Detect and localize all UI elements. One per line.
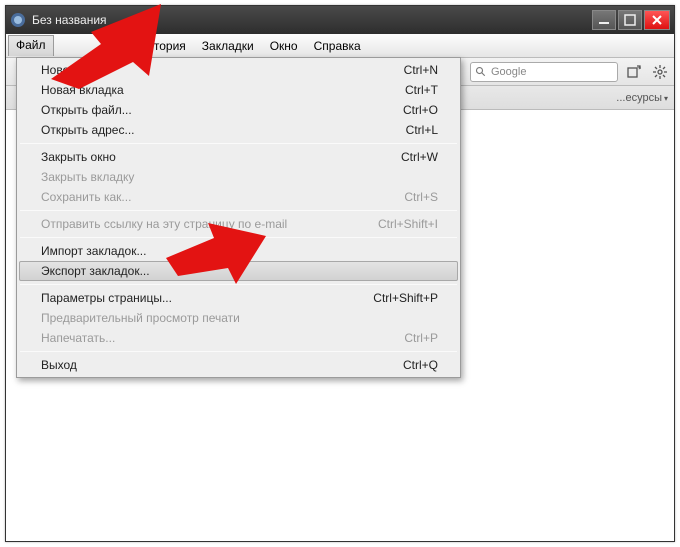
window-title: Без названия — [32, 13, 592, 27]
menubar-item-window[interactable]: Окно — [262, 36, 306, 56]
menu-item-print: Напечатать...Ctrl+P — [19, 328, 458, 348]
maximize-button[interactable] — [618, 10, 642, 30]
menu-separator — [20, 237, 457, 238]
menu-item-open-file[interactable]: Открыть файл...Ctrl+O — [19, 100, 458, 120]
menubar-item-help[interactable]: Справка — [306, 36, 369, 56]
window-controls — [592, 10, 670, 30]
svg-text:+: + — [637, 65, 641, 72]
minimize-button[interactable] — [592, 10, 616, 30]
menu-separator — [20, 143, 457, 144]
menu-item-page-setup[interactable]: Параметры страницы...Ctrl+Shift+P — [19, 288, 458, 308]
menubar-item-file[interactable]: Файл — [8, 35, 54, 56]
chevron-down-icon: ▾ — [664, 94, 668, 103]
search-placeholder: Google — [491, 66, 526, 78]
file-menu-dropdown: Новое окноCtrl+N Новая вкладкаCtrl+T Отк… — [16, 57, 461, 378]
menu-item-new-window[interactable]: Новое окноCtrl+N — [19, 60, 458, 80]
menu-item-open-url[interactable]: Открыть адрес...Ctrl+L — [19, 120, 458, 140]
app-window: Без названия Файл Вид История Закладки О… — [5, 5, 675, 542]
menubar: Файл Вид История Закладки Окно Справка — [6, 34, 674, 58]
menubar-item-view[interactable]: Вид — [94, 36, 132, 56]
close-button[interactable] — [644, 10, 670, 30]
menu-item-close-tab: Закрыть вкладку — [19, 167, 458, 187]
menu-item-print-preview: Предварительный просмотр печати — [19, 308, 458, 328]
menu-separator — [20, 284, 457, 285]
menu-item-save-as: Сохранить как...Ctrl+S — [19, 187, 458, 207]
menu-item-exit[interactable]: ВыходCtrl+Q — [19, 355, 458, 375]
menu-separator — [20, 351, 457, 352]
menu-item-send-link: Отправить ссылку на эту страницу по e-ma… — [19, 214, 458, 234]
search-icon — [475, 66, 487, 78]
menu-item-close-window[interactable]: Закрыть окноCtrl+W — [19, 147, 458, 167]
menu-item-import-bookmarks[interactable]: Импорт закладок... — [19, 241, 458, 261]
settings-gear-icon[interactable] — [650, 62, 670, 82]
menubar-item-history[interactable]: История — [131, 36, 194, 56]
bookmarks-bar-item[interactable]: ...есурсы▾ — [616, 92, 668, 104]
menubar-item-bookmarks[interactable]: Закладки — [194, 36, 262, 56]
new-tab-icon[interactable]: + — [624, 62, 644, 82]
menu-separator — [20, 210, 457, 211]
menu-item-new-tab[interactable]: Новая вкладкаCtrl+T — [19, 80, 458, 100]
menubar-item-hidden[interactable] — [54, 43, 94, 49]
titlebar: Без названия — [6, 6, 674, 34]
search-input[interactable]: Google — [470, 62, 618, 82]
menu-item-export-bookmarks[interactable]: Экспорт закладок... — [19, 261, 458, 281]
app-icon — [10, 12, 26, 28]
